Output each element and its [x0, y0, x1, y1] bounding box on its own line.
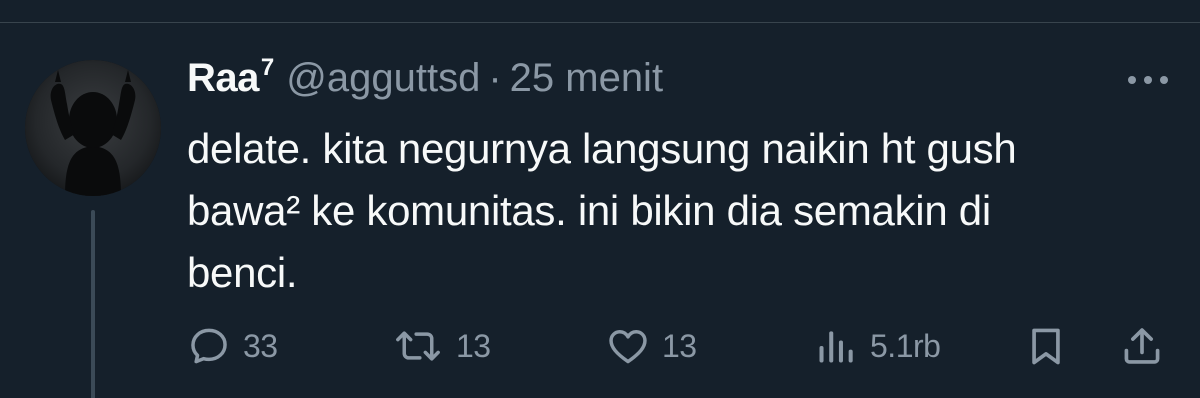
views-button[interactable]: 5.1rb [814, 318, 941, 374]
more-button[interactable] [1122, 62, 1174, 98]
tweet-text-line: bawa² ke komunitas. ini bikin dia semaki… [187, 187, 991, 234]
bookmark-icon [1024, 324, 1068, 368]
more-horizontal-icon [1128, 76, 1168, 84]
like-count: 13 [662, 327, 697, 364]
views-bar-chart-icon [814, 324, 858, 368]
retweet-icon [392, 324, 444, 368]
tweet-header: Raa 7 @agguttsd · 25 menit [187, 54, 663, 106]
retweet-button[interactable]: 13 [392, 318, 491, 374]
heart-icon [606, 324, 650, 368]
avatar[interactable] [25, 60, 161, 196]
action-bar: 33 13 13 5.1rb [0, 318, 1200, 374]
share-button[interactable] [1120, 318, 1164, 374]
display-name-superscript: 7 [260, 54, 275, 81]
bookmark-button[interactable] [1024, 318, 1068, 374]
views-count: 5.1rb [870, 327, 941, 364]
reply-bubble-icon [187, 324, 231, 368]
top-divider [0, 22, 1200, 23]
tweet-text-line: delate. kita negurnya langsung naikin ht… [187, 125, 1017, 172]
retweet-count: 13 [456, 327, 491, 364]
reply-count: 33 [243, 327, 278, 364]
tweet-text-line: benci. [187, 249, 298, 296]
reply-button[interactable]: 33 [187, 318, 278, 374]
tweet-text: delate. kita negurnya langsung naikin ht… [187, 118, 1147, 304]
share-upload-icon [1120, 324, 1164, 368]
avatar-image [25, 60, 161, 196]
like-button[interactable]: 13 [606, 318, 697, 374]
display-name[interactable]: Raa [187, 56, 259, 101]
timestamp[interactable]: 25 menit [510, 56, 663, 101]
user-handle[interactable]: @agguttsd [286, 56, 480, 101]
separator-dot: · [488, 56, 502, 100]
tweet-page: Raa 7 @agguttsd · 25 menit delate. kita … [0, 0, 1200, 398]
